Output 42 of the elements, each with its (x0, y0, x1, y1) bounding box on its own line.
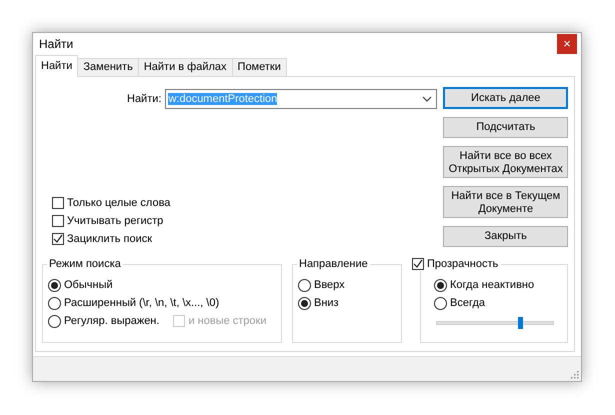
slider-thumb[interactable] (518, 316, 523, 329)
group-title: Направление (297, 256, 370, 271)
dialog-button[interactable]: Подсчитать (443, 116, 568, 138)
checkbox-label: Только целые слова (67, 196, 170, 209)
chevron-down-icon (422, 96, 432, 102)
radio-button[interactable] (48, 314, 61, 328)
resize-grip-icon (569, 369, 579, 379)
window-title: Найти (39, 36, 74, 51)
checkmark-icon (53, 234, 63, 244)
dialog-button[interactable]: Найти все в Текущем Документе (443, 186, 568, 218)
checkmark-icon (413, 258, 423, 269)
radio-button[interactable] (48, 278, 61, 292)
radio-label: Расширенный (\r, \n, \t, \x..., \0) (64, 297, 220, 310)
checkbox[interactable] (412, 258, 424, 270)
checkbox-label: и новые строки (188, 315, 267, 328)
radio-label: Вниз (314, 297, 339, 310)
dialog-button[interactable]: Искать далее (443, 86, 568, 109)
radio-label: Когда неактивно (450, 279, 534, 292)
radio-button[interactable] (298, 278, 311, 292)
radio-label: Обычный (64, 279, 113, 292)
tab[interactable]: Пометки (232, 58, 287, 77)
radio-label: Регуляр. выражен. (64, 315, 160, 328)
checkbox-label: Прозрачность (427, 258, 498, 270)
tab[interactable]: Найти в файлах (138, 58, 233, 77)
radio-button[interactable] (434, 278, 447, 292)
radio-button[interactable] (298, 296, 311, 310)
checkbox-label: Учитывать регистр (67, 214, 164, 227)
radio-button[interactable] (434, 296, 447, 310)
tab[interactable]: Заменить (77, 58, 139, 77)
dialog-button[interactable]: Найти все во всех Открытых Документах (443, 146, 568, 178)
checkbox-label: Зациклить поиск (67, 232, 152, 245)
slider-track[interactable] (436, 316, 554, 329)
checkbox[interactable] (52, 196, 64, 209)
tab[interactable]: Найти (35, 54, 78, 77)
find-label: Найти: (127, 92, 162, 105)
radio-label: Всегда (450, 297, 486, 310)
close-button[interactable]: × (557, 34, 577, 54)
checkbox[interactable] (52, 232, 64, 245)
checkbox[interactable] (52, 214, 64, 227)
radio-button[interactable] (48, 296, 61, 310)
radio-label: Вверх (314, 279, 345, 292)
dialog-button[interactable]: Закрыть (443, 226, 568, 247)
